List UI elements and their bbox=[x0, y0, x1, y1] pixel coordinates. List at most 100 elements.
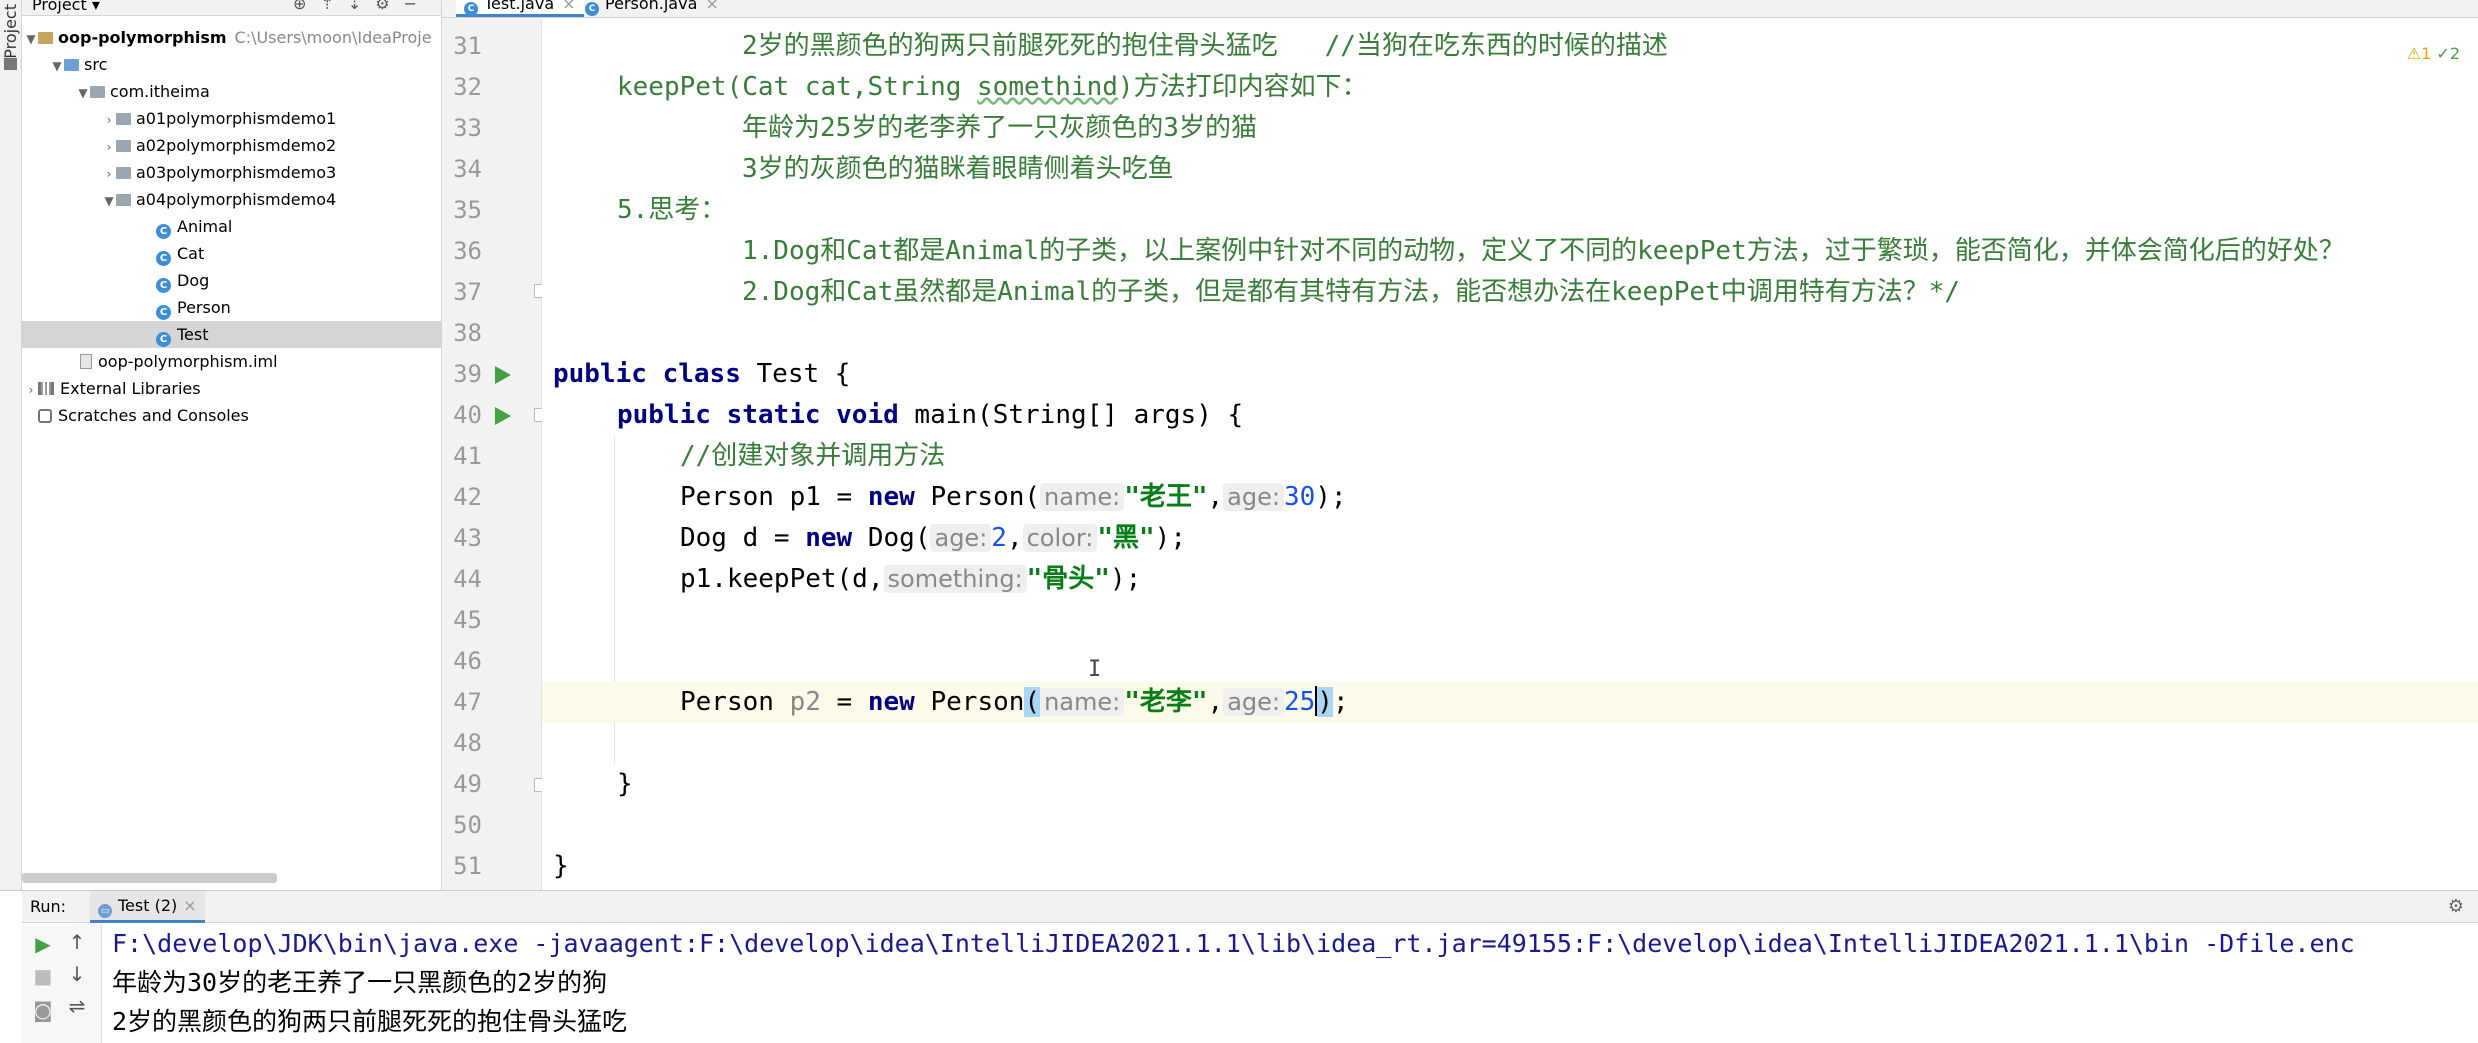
scroll-up-icon[interactable]: ↑ bbox=[66, 930, 88, 954]
console-line: F:\develop\JDK\bin\java.exe -javaagent:F… bbox=[112, 929, 2355, 958]
chevron-right-icon[interactable]: › bbox=[102, 161, 116, 188]
project-toolbar-icons[interactable]: ⊕⇡⇣⚙− bbox=[293, 0, 431, 12]
tree-item-label: a04polymorphismdemo4 bbox=[136, 190, 337, 209]
run-panel: Run: ▭ Test (2) × ⚙ ▶ ↑ ■ ↓ ◙ ⇌ F:\develop… bbox=[0, 890, 2478, 1043]
line-number: 47 bbox=[453, 688, 482, 716]
code-text: } bbox=[553, 851, 569, 881]
code-editor[interactable]: 2岁的黑颜色的狗两只前腿死死的抱住骨头猛吃 //当狗在吃东西的时候的描述 kee… bbox=[542, 18, 2478, 890]
tree-item-package[interactable]: ▼ a04polymorphismdemo4 bbox=[22, 186, 441, 213]
tree-item-class[interactable]: C Cat bbox=[22, 240, 441, 267]
code-text: ; bbox=[1332, 687, 1349, 717]
code-text: , bbox=[1006, 523, 1023, 553]
close-icon[interactable]: × bbox=[562, 0, 575, 13]
code-line: } bbox=[542, 846, 2478, 887]
inspection-widget[interactable]: ⚠1 ✓2 bbox=[2407, 44, 2460, 63]
tree-item-project-root[interactable]: ▼ oop-polymorphism C:\Users\moon\IdeaProje bbox=[22, 24, 441, 51]
tree-item-label: Cat bbox=[177, 244, 205, 263]
chevron-down-icon[interactable]: ▼ bbox=[102, 188, 116, 215]
camera-icon[interactable]: ◙ bbox=[32, 998, 54, 1022]
code-line: Dog d = new Dog(age: 2, color: "黑"); bbox=[542, 518, 2478, 559]
line-number: 46 bbox=[453, 647, 482, 675]
chevron-down-icon[interactable]: ▼ bbox=[76, 80, 90, 107]
console-line: 年龄为30岁的老王养了一只黑颜色的2岁的狗 bbox=[112, 968, 608, 997]
console-line: 2岁的黑颜色的狗两只前腿死死的抱住骨头猛吃 bbox=[112, 1007, 628, 1036]
tree-item-label: src bbox=[84, 55, 108, 74]
line-number: 38 bbox=[453, 319, 482, 347]
gear-icon[interactable]: ⚙ bbox=[2448, 891, 2464, 923]
project-view-dropdown[interactable]: Project ▾ bbox=[32, 0, 100, 13]
tree-item-class-selected[interactable]: C Test bbox=[22, 321, 441, 348]
chevron-down-icon[interactable]: ▼ bbox=[50, 53, 64, 80]
run-main-icon[interactable] bbox=[495, 407, 511, 425]
run-config-icon: ▭ bbox=[98, 904, 112, 918]
tree-item-label: com.itheima bbox=[110, 82, 210, 101]
parameter-hint: color: bbox=[1022, 524, 1098, 552]
run-tab-test[interactable]: ▭ Test (2) × bbox=[90, 891, 205, 923]
code-line: 2.Dog和Cat虽然都是Animal的子类，但是都有其特有方法，能否想办法在k… bbox=[542, 272, 2478, 313]
tree-item-external-libraries[interactable]: › External Libraries bbox=[22, 375, 441, 402]
project-path: C:\Users\moon\IdeaProje bbox=[234, 28, 432, 47]
comment-text-typo: somethind bbox=[977, 72, 1118, 102]
left-tool-strip: Project ure bbox=[0, 0, 22, 1043]
run-label: Run: bbox=[30, 897, 67, 916]
keyword: new bbox=[805, 523, 853, 553]
horizontal-scrollbar[interactable] bbox=[22, 873, 277, 883]
stop-icon[interactable]: ■ bbox=[32, 964, 54, 988]
keyword: new bbox=[867, 482, 915, 512]
rerun-icon[interactable]: ▶ bbox=[32, 932, 54, 956]
code-text: } bbox=[617, 769, 633, 799]
class-icon: C bbox=[156, 332, 171, 347]
parameter-hint: name: bbox=[1040, 688, 1125, 716]
tree-item-class[interactable]: C Dog bbox=[22, 267, 441, 294]
line-number: 41 bbox=[453, 442, 482, 470]
code-line: //创建对象并调用方法 bbox=[542, 436, 2478, 477]
code-text: Dog( bbox=[852, 523, 931, 553]
tree-item-package[interactable]: › a02polymorphismdemo2 bbox=[22, 132, 441, 159]
chevron-down-icon[interactable]: ▼ bbox=[24, 26, 38, 53]
project-tool-button[interactable]: Project bbox=[1, 4, 20, 59]
line-number: 50 bbox=[453, 811, 482, 839]
tab-person-java[interactable]: C Person.java × bbox=[577, 0, 727, 17]
tree-item-package[interactable]: › a03polymorphismdemo3 bbox=[22, 159, 441, 186]
tree-item-iml-file[interactable]: oop-polymorphism.iml bbox=[22, 348, 441, 375]
line-number: 39 bbox=[453, 360, 482, 388]
comment-text: keepPet(Cat cat,String bbox=[617, 72, 978, 102]
parameter-hint: name: bbox=[1040, 483, 1125, 511]
current-code-line: Person p2 = new Person(name: "老李", age: 25)… bbox=[542, 682, 2478, 723]
code-line: public static void main(String[] args) { bbox=[542, 395, 2478, 436]
close-icon[interactable]: × bbox=[183, 896, 196, 915]
line-number: 48 bbox=[453, 729, 482, 757]
tree-item-class[interactable]: C Animal bbox=[22, 213, 441, 240]
scroll-down-icon[interactable]: ↓ bbox=[66, 962, 88, 986]
tree-item-scratches[interactable]: Scratches and Consoles bbox=[22, 402, 441, 429]
class-icon: C bbox=[156, 224, 171, 239]
keyword: public bbox=[553, 359, 647, 389]
tree-item-src[interactable]: ▼ src bbox=[22, 51, 441, 78]
comment-text: 2.Dog和Cat虽然都是Animal的子类，但是都有其特有方法，能否想办法在k… bbox=[742, 277, 1961, 307]
check-count: ✓2 bbox=[2436, 44, 2460, 63]
keyword: void bbox=[836, 400, 899, 430]
chevron-right-icon[interactable]: › bbox=[102, 107, 116, 134]
tree-item-class[interactable]: C Person bbox=[22, 294, 441, 321]
parameter-hint: something: bbox=[883, 565, 1027, 593]
string-literal: "老李" bbox=[1124, 687, 1208, 717]
parameter-hint: age: bbox=[1223, 483, 1284, 511]
chevron-right-icon[interactable]: › bbox=[24, 377, 38, 404]
chevron-right-icon[interactable]: › bbox=[102, 134, 116, 161]
code-text: ); bbox=[1315, 482, 1347, 512]
comment-text: 1.Dog和Cat都是Animal的子类，以上案例中针对不同的动物，定义了不同的… bbox=[742, 236, 2345, 266]
tree-item-package[interactable]: ▼ com.itheima bbox=[22, 78, 441, 105]
code-line: Person p1 = new Person(name: "老王", age: 30)… bbox=[542, 477, 2478, 518]
console-output[interactable]: F:\develop\JDK\bin\java.exe -javaagent:F… bbox=[112, 924, 2478, 1043]
run-class-icon[interactable] bbox=[495, 366, 511, 384]
unused-variable: p2 bbox=[789, 687, 821, 717]
tab-test-java[interactable]: C Test.java × bbox=[456, 0, 584, 17]
code-line: 年龄为25岁的老李养了一只灰颜色的3岁的猫 bbox=[542, 108, 2478, 149]
run-panel-header: Run: ▭ Test (2) × ⚙ bbox=[22, 891, 2478, 923]
comment-text: 年龄为25岁的老李养了一只灰颜色的3岁的猫 bbox=[742, 113, 1257, 143]
tree-item-package[interactable]: › a01polymorphismdemo1 bbox=[22, 105, 441, 132]
editor-tab-bar: C Test.java × C Person.java × bbox=[442, 0, 2478, 18]
line-number: 35 bbox=[453, 196, 482, 224]
close-icon[interactable]: × bbox=[705, 0, 718, 13]
soft-wrap-icon[interactable]: ⇌ bbox=[66, 994, 88, 1018]
